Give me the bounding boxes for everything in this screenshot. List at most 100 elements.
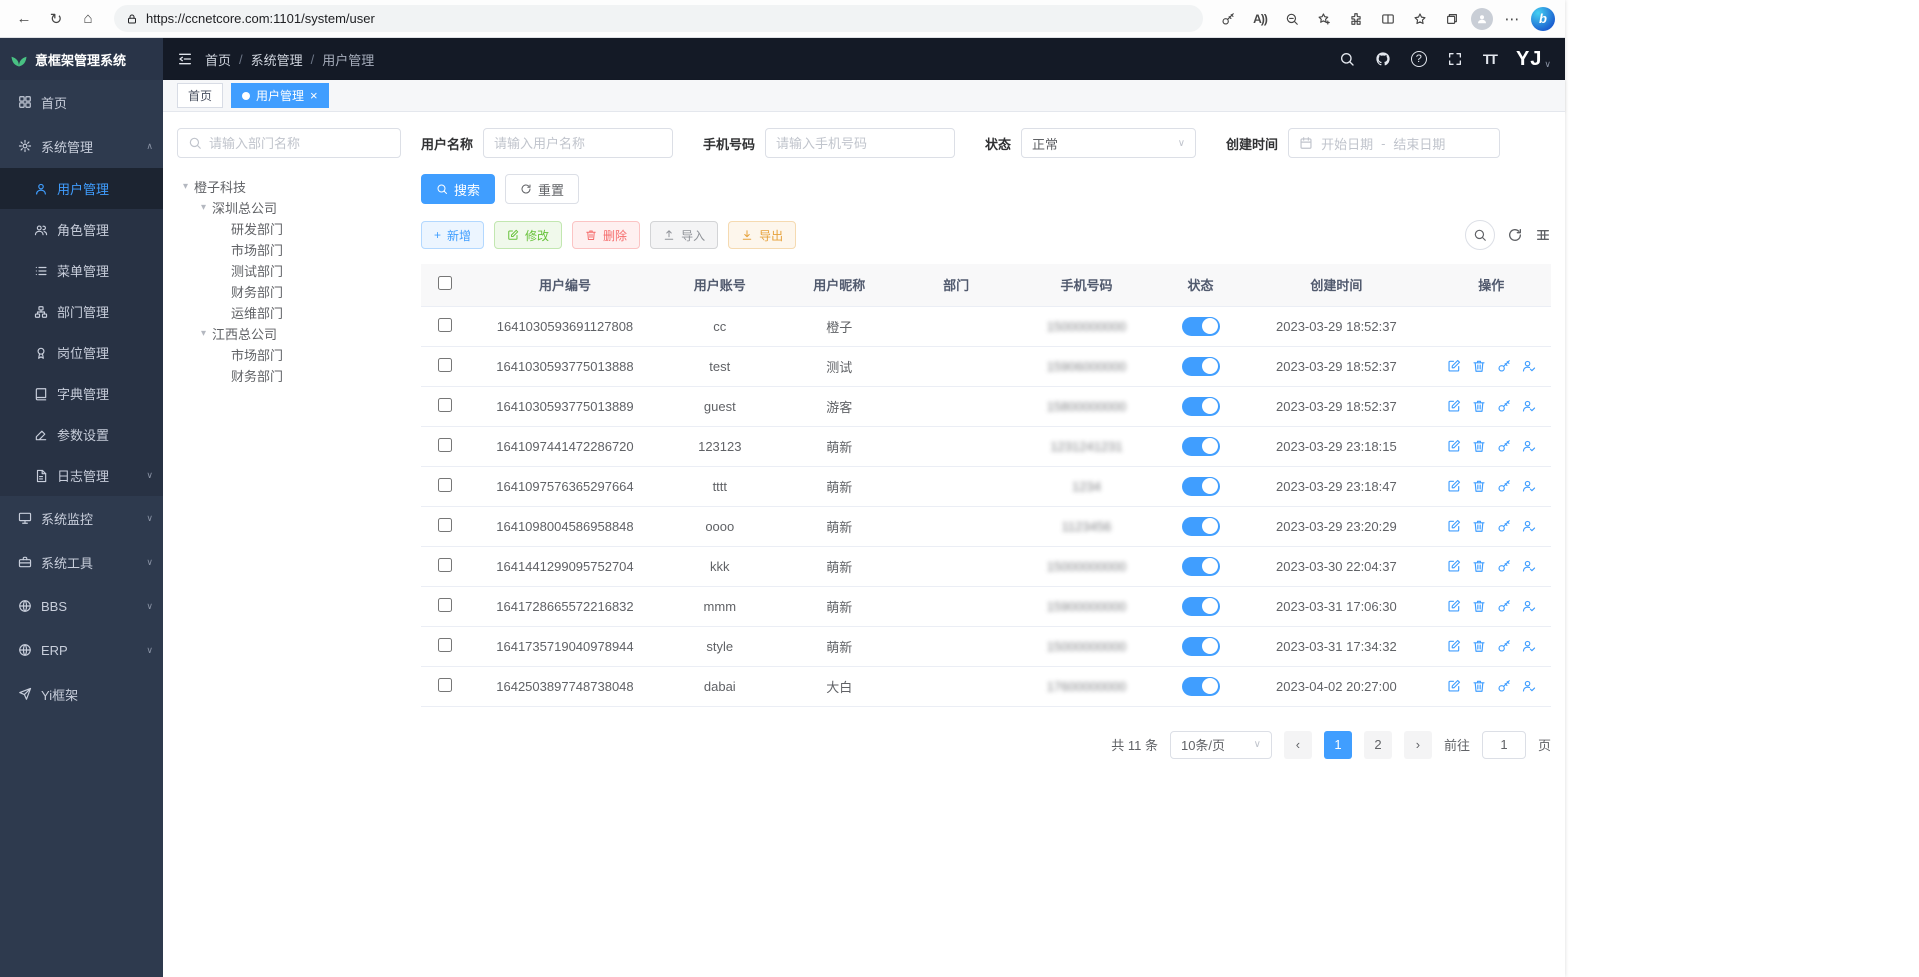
tree-node[interactable]: 财务部门 [177, 365, 401, 386]
row-checkbox[interactable] [438, 438, 452, 452]
date-range-picker[interactable]: 开始日期 - 结束日期 [1288, 128, 1500, 158]
help-icon[interactable]: ? [1411, 51, 1427, 67]
read-aloud-icon[interactable]: A)) [1247, 5, 1273, 33]
assign-role-icon[interactable] [1522, 639, 1536, 653]
row-checkbox[interactable] [438, 558, 452, 572]
tree-expand-icon[interactable]: ▾ [183, 181, 188, 192]
edit-icon[interactable] [1447, 679, 1461, 693]
row-checkbox[interactable] [438, 518, 452, 532]
reset-password-key-icon[interactable] [1497, 639, 1511, 653]
assign-role-icon[interactable] [1522, 679, 1536, 693]
sidebar-item-log-mgmt[interactable]: 日志管理 ∨ [0, 455, 163, 496]
status-toggle[interactable] [1182, 677, 1220, 696]
phone-input[interactable] [765, 128, 955, 158]
sidebar-item-bbs[interactable]: BBS ∨ [0, 584, 163, 628]
tree-node[interactable]: ▾橙子科技 [177, 176, 401, 197]
row-checkbox[interactable] [438, 678, 452, 692]
sidebar-item-dict-mgmt[interactable]: 字典管理 [0, 373, 163, 414]
assign-role-icon[interactable] [1522, 519, 1536, 533]
tree-node[interactable]: 市场部门 [177, 239, 401, 260]
zoom-icon[interactable] [1279, 5, 1305, 33]
tree-node[interactable]: 市场部门 [177, 344, 401, 365]
password-key-icon[interactable] [1215, 5, 1241, 33]
delete-icon[interactable] [1472, 639, 1486, 653]
status-select[interactable]: 正常 ∨ [1021, 128, 1196, 158]
toggle-search-icon[interactable] [1465, 220, 1495, 250]
edit-icon[interactable] [1447, 359, 1461, 373]
export-button[interactable]: 导出 [728, 221, 796, 249]
sidebar-item-monitor[interactable]: 系统监控 ∨ [0, 496, 163, 540]
status-toggle[interactable] [1182, 477, 1220, 496]
edit-icon[interactable] [1447, 599, 1461, 613]
assign-role-icon[interactable] [1522, 559, 1536, 573]
delete-icon[interactable] [1472, 399, 1486, 413]
copilot-icon[interactable]: b [1531, 7, 1555, 31]
dept-search-input[interactable] [209, 136, 390, 151]
breadcrumb-system[interactable]: 系统管理 [251, 50, 303, 69]
delete-icon[interactable] [1472, 519, 1486, 533]
delete-button[interactable]: 删除 [572, 221, 640, 249]
font-size-icon[interactable]: TT [1483, 51, 1496, 67]
status-toggle[interactable] [1182, 357, 1220, 376]
collections-icon[interactable] [1439, 5, 1465, 33]
edit-icon[interactable] [1447, 399, 1461, 413]
delete-icon[interactable] [1472, 359, 1486, 373]
assign-role-icon[interactable] [1522, 359, 1536, 373]
row-checkbox[interactable] [438, 478, 452, 492]
fullscreen-icon[interactable] [1447, 51, 1463, 67]
reload-icon[interactable]: ↻ [42, 5, 70, 33]
username-input[interactable] [483, 128, 673, 158]
add-button[interactable]: +新增 [421, 221, 484, 249]
user-logo[interactable]: YJ ∨ [1516, 49, 1551, 70]
delete-icon[interactable] [1472, 599, 1486, 613]
add-favorite-icon[interactable] [1311, 5, 1337, 33]
sidebar-item-system[interactable]: 系统管理 ∧ [0, 124, 163, 168]
reset-password-key-icon[interactable] [1497, 359, 1511, 373]
reset-password-key-icon[interactable] [1497, 599, 1511, 613]
row-checkbox[interactable] [438, 318, 452, 332]
tree-node[interactable]: ▾深圳总公司 [177, 197, 401, 218]
status-toggle[interactable] [1182, 397, 1220, 416]
sidebar-item-menu-mgmt[interactable]: 菜单管理 [0, 250, 163, 291]
tree-node[interactable]: ▾江西总公司 [177, 323, 401, 344]
reset-password-key-icon[interactable] [1497, 559, 1511, 573]
assign-role-icon[interactable] [1522, 479, 1536, 493]
edit-icon[interactable] [1447, 559, 1461, 573]
tree-node[interactable]: 测试部门 [177, 260, 401, 281]
sidebar-item-erp[interactable]: ERP ∨ [0, 628, 163, 672]
delete-icon[interactable] [1472, 679, 1486, 693]
edit-icon[interactable] [1447, 479, 1461, 493]
row-checkbox[interactable] [438, 598, 452, 612]
sidebar-item-yi-framework[interactable]: Yi框架 [0, 672, 163, 716]
tab-home[interactable]: 首页 [177, 83, 223, 108]
edit-button[interactable]: 修改 [494, 221, 562, 249]
page-button-2[interactable]: 2 [1364, 731, 1392, 759]
page-button-1[interactable]: 1 [1324, 731, 1352, 759]
status-toggle[interactable] [1182, 517, 1220, 536]
tree-expand-icon[interactable]: ▾ [201, 328, 206, 339]
sidebar-item-param-settings[interactable]: 参数设置 [0, 414, 163, 455]
split-screen-icon[interactable] [1375, 5, 1401, 33]
next-page-button[interactable]: › [1404, 731, 1432, 759]
row-checkbox[interactable] [438, 398, 452, 412]
sidebar-item-tools[interactable]: 系统工具 ∨ [0, 540, 163, 584]
back-icon[interactable]: ← [10, 5, 38, 33]
reset-password-key-icon[interactable] [1497, 399, 1511, 413]
status-toggle[interactable] [1182, 317, 1220, 336]
assign-role-icon[interactable] [1522, 399, 1536, 413]
prev-page-button[interactable]: ‹ [1284, 731, 1312, 759]
status-toggle[interactable] [1182, 557, 1220, 576]
page-size-select[interactable]: 10条/页 ∨ [1170, 731, 1272, 759]
status-toggle[interactable] [1182, 437, 1220, 456]
sidebar-item-role-mgmt[interactable]: 角色管理 [0, 209, 163, 250]
reset-password-key-icon[interactable] [1497, 679, 1511, 693]
sidebar-item-user-mgmt[interactable]: 用户管理 [0, 168, 163, 209]
delete-icon[interactable] [1472, 439, 1486, 453]
goto-page-input[interactable] [1482, 731, 1526, 759]
breadcrumb-home[interactable]: 首页 [205, 50, 231, 69]
github-icon[interactable] [1375, 51, 1391, 67]
url-bar[interactable]: https://ccnetcore.com:1101/system/user [114, 5, 1203, 32]
reset-password-key-icon[interactable] [1497, 439, 1511, 453]
tree-node[interactable]: 研发部门 [177, 218, 401, 239]
sidebar-item-post-mgmt[interactable]: 岗位管理 [0, 332, 163, 373]
